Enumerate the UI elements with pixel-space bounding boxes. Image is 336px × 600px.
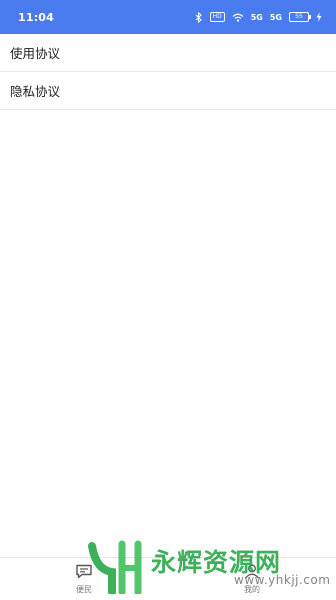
signal-icon-1: 5G (250, 12, 263, 22)
privacy-policy-label: 隐私协议 (10, 84, 61, 99)
tab-mine[interactable]: 我的 (168, 558, 336, 600)
tab-convenience[interactable]: 便民 (0, 558, 168, 600)
bottom-tab-bar: 便民 我的 (0, 557, 336, 600)
status-icons: HD 5G 5G 55 (195, 11, 322, 23)
wifi-icon (232, 13, 244, 22)
chat-icon (75, 564, 93, 583)
agreement-list: 使用协议 隐私协议 (0, 34, 336, 110)
privacy-policy-item[interactable]: 隐私协议 (0, 72, 336, 110)
person-icon (243, 564, 261, 583)
hd-badge: HD (209, 12, 225, 22)
charging-icon (316, 12, 322, 22)
status-time: 11:04 (18, 10, 55, 24)
terms-of-use-label: 使用协议 (10, 46, 61, 61)
terms-of-use-item[interactable]: 使用协议 (0, 34, 336, 72)
signal-icon-2: 5G (269, 12, 282, 22)
tab-convenience-label: 便民 (76, 584, 92, 594)
bluetooth-icon (195, 11, 203, 23)
status-bar: 11:04 HD 5G 5G 55 (0, 0, 336, 34)
tab-mine-label: 我的 (244, 584, 260, 594)
battery-icon: 55 (289, 12, 311, 22)
